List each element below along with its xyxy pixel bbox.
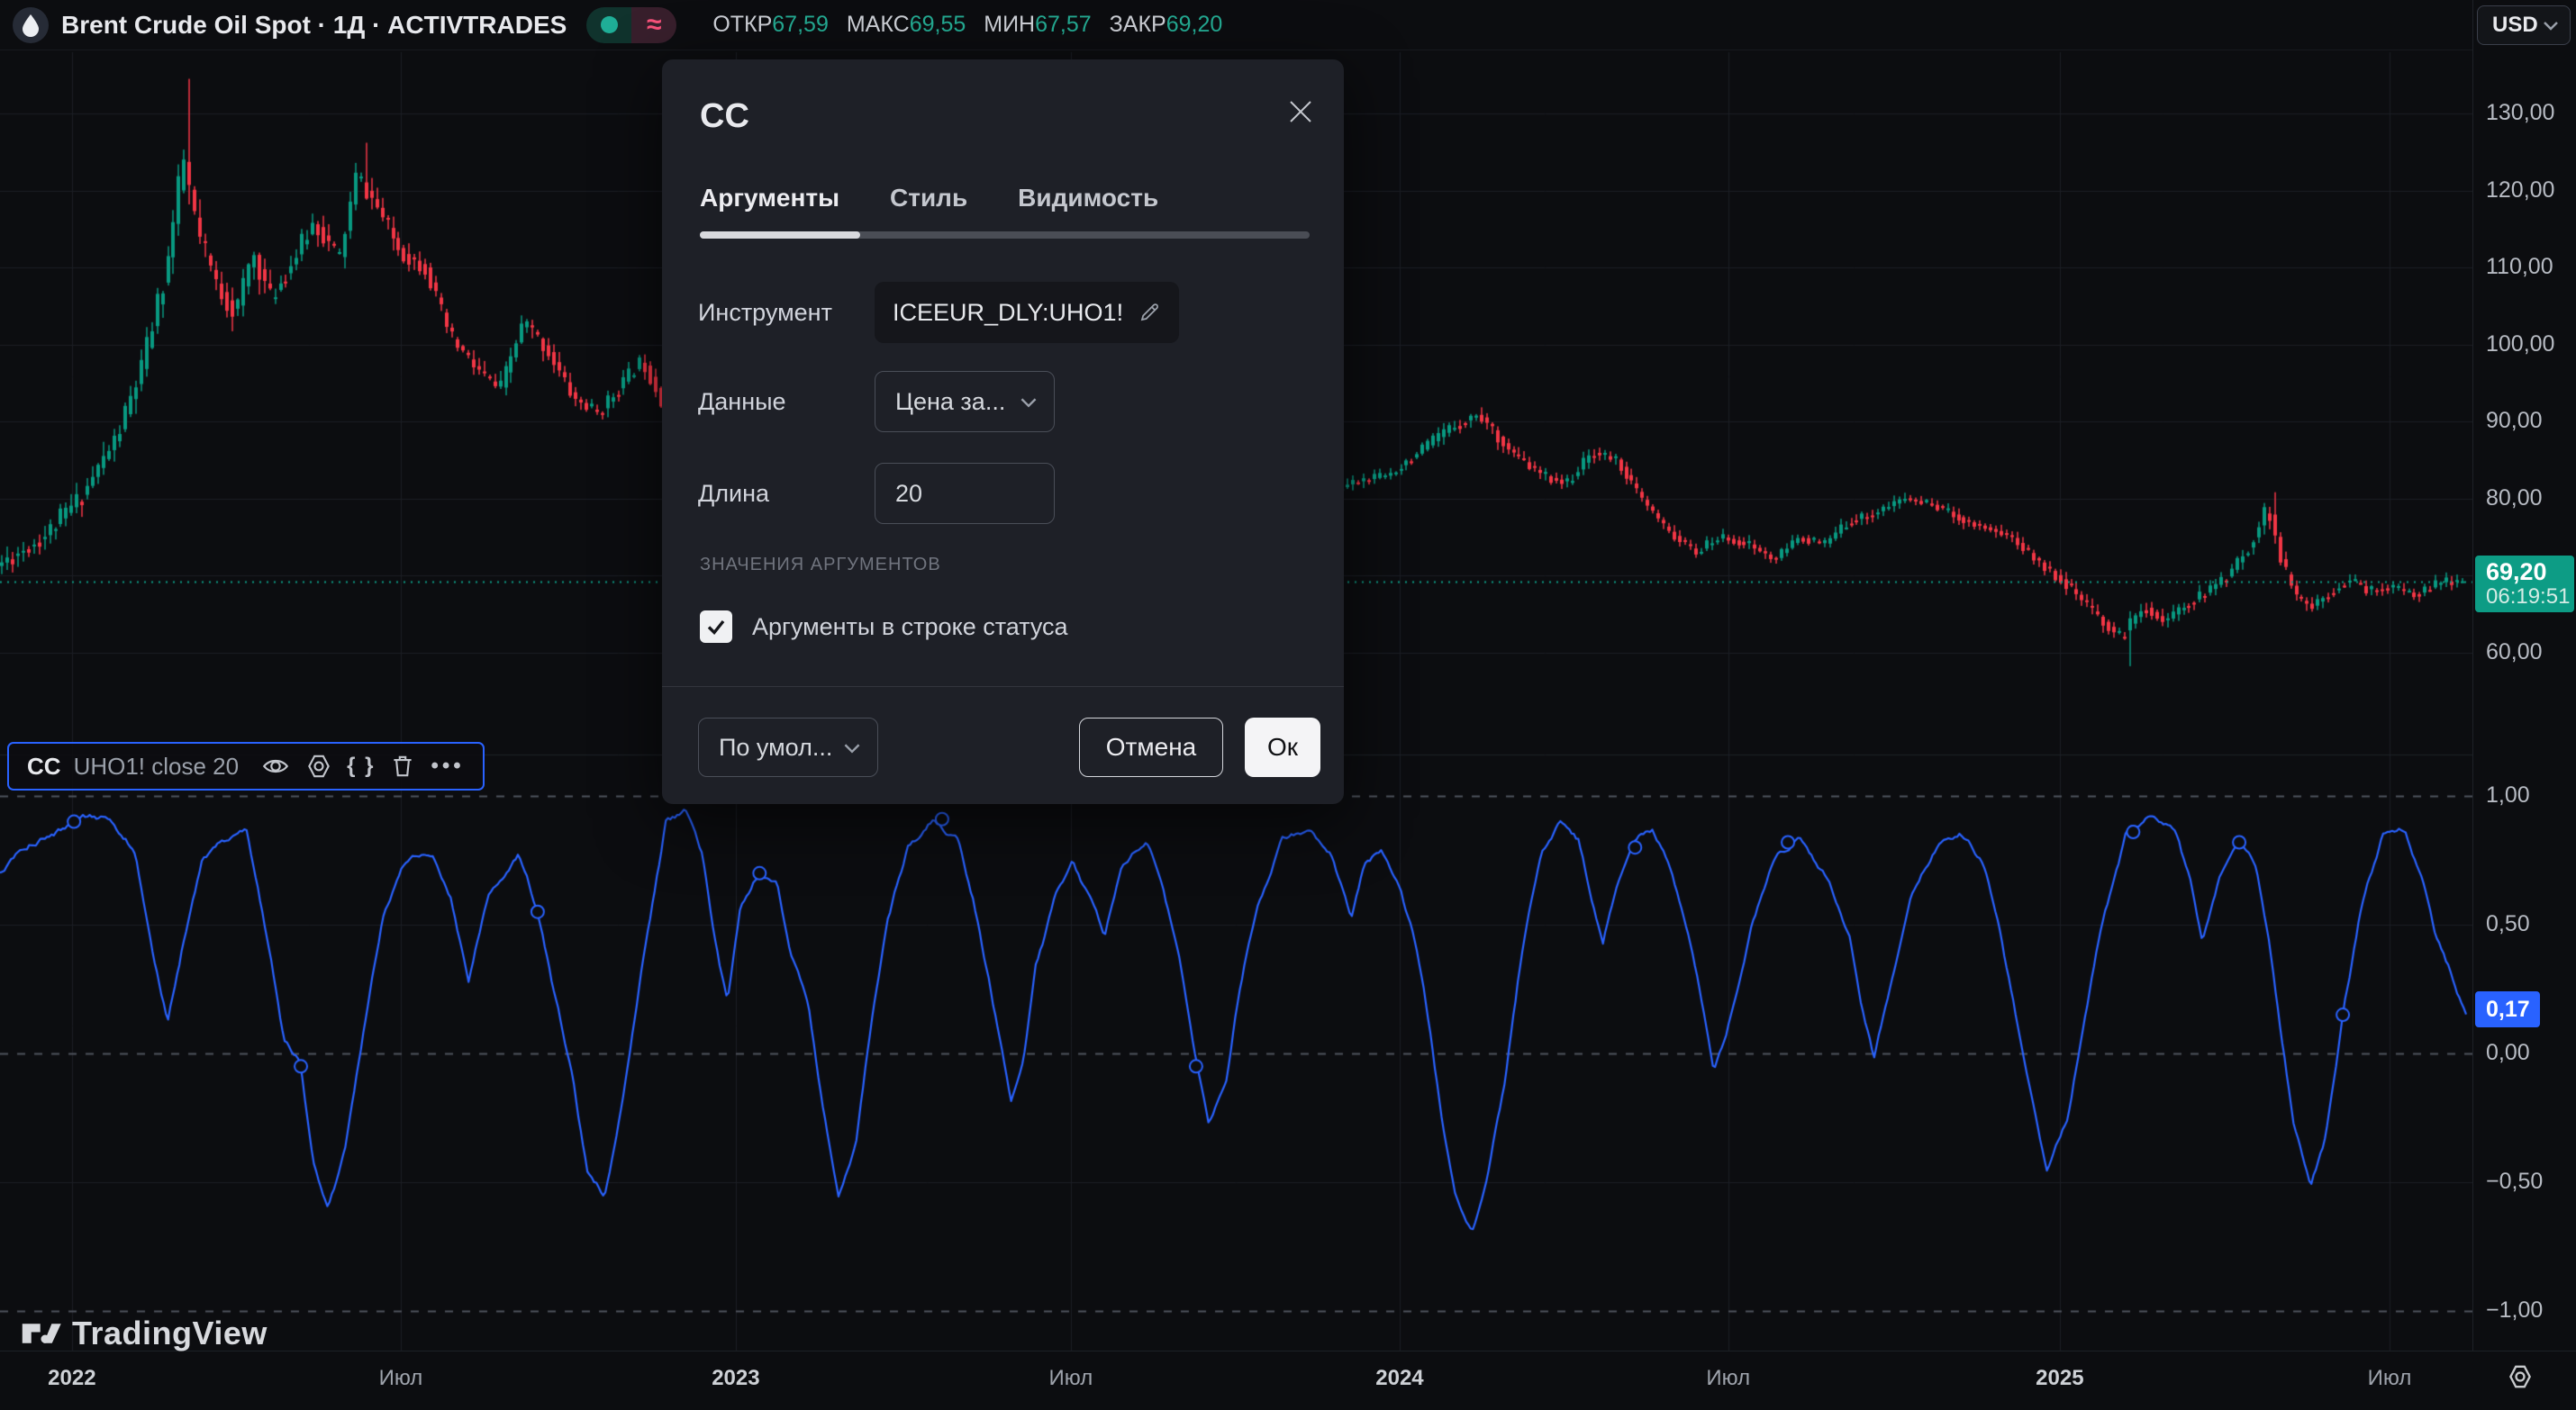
more-options-icon[interactable]: •••: [431, 754, 464, 779]
oil-droplet-icon: [21, 14, 41, 37]
currency-selector[interactable]: USD: [2477, 5, 2571, 45]
data-source-value: Цена за...: [895, 388, 1005, 416]
indicator-tick: −0,50: [2486, 1169, 2543, 1195]
delete-icon[interactable]: [387, 751, 418, 782]
price-tick: 80,00: [2486, 485, 2543, 511]
data-source-row: Данные Цена за...: [698, 371, 1308, 432]
checkbox-label: Аргументы в строке статуса: [752, 613, 1068, 641]
price-tick: 90,00: [2486, 408, 2543, 434]
close-icon[interactable]: [1281, 92, 1320, 131]
symbol-title[interactable]: Brent Crude Oil Spot · 1Д · ACTIVTRADES: [61, 11, 567, 40]
ohlc-item: МИН67,57: [984, 12, 1091, 38]
defaults-value: По умол...: [719, 734, 832, 762]
tradingview-mark-icon: [22, 1317, 63, 1350]
symbol-logo: [13, 7, 49, 43]
time-tick-2025: 2025: [2036, 1366, 2083, 1391]
ohlc-values: ОТКР67,59 МАКС69,55 МИН67,57 ЗАКР69,20: [712, 12, 1222, 38]
indicator-last-value: 0,17: [2486, 997, 2530, 1023]
tradingview-logo-text: TradingView: [72, 1315, 268, 1352]
instrument-row: Инструмент ICEEUR_DLY:UHO1!: [698, 282, 1308, 343]
price-axis[interactable]: 69,20 06:19:51 0,17 130,00 120,00 110,00 10…: [2472, 0, 2576, 1351]
time-tick-Июл: Июл: [1706, 1366, 1750, 1391]
edit-pencil-icon[interactable]: [1138, 301, 1161, 324]
ohlc-item: ОТКР67,59: [712, 12, 829, 38]
length-input[interactable]: [875, 463, 1055, 524]
length-label: Длина: [698, 480, 875, 508]
eye-icon[interactable]: [260, 751, 291, 782]
indicator-params: UHO1! close 20: [74, 753, 240, 781]
dialog-tabs: Аргументы Стиль Видимость: [700, 184, 1158, 212]
last-price-value: 69,20: [2486, 559, 2574, 585]
price-tick: 110,00: [2486, 254, 2553, 280]
indicator-name[interactable]: CC: [27, 753, 61, 781]
dialog-footer: По умол... Отмена Ок: [698, 718, 1320, 777]
time-axis[interactable]: 2022 Июл 2023 Июл 2024 Июл 2025 Июл: [0, 1351, 2576, 1410]
chevron-down-icon: [843, 742, 861, 754]
price-tick: 60,00: [2486, 639, 2543, 665]
tradingview-logo[interactable]: TradingView: [22, 1315, 268, 1352]
indicator-tick: 0,50: [2486, 911, 2530, 937]
time-tick-2024: 2024: [1375, 1366, 1423, 1391]
indicator-tick: −1,00: [2486, 1297, 2543, 1324]
defaults-dropdown[interactable]: По умол...: [698, 718, 878, 777]
indicator-tick: 0,00: [2486, 1040, 2530, 1066]
indicator-legend[interactable]: CC UHO1! close 20 { } •••: [7, 742, 485, 791]
last-price-badge: 69,20 06:19:51: [2475, 556, 2574, 612]
bar-countdown: 06:19:51: [2486, 585, 2574, 609]
price-tick: 130,00: [2486, 100, 2554, 126]
time-tick-2022: 2022: [48, 1366, 95, 1391]
indicator-settings-dialog: CC Аргументы Стиль Видимость Инструмент IC…: [662, 59, 1344, 804]
length-row: Длина: [698, 463, 1308, 524]
time-tick-Июл: Июл: [2368, 1366, 2412, 1391]
price-tick: 120,00: [2486, 177, 2554, 203]
time-tick-2023: 2023: [712, 1366, 759, 1391]
time-tick-Июл: Июл: [379, 1366, 423, 1391]
settings-icon[interactable]: [304, 751, 334, 782]
tab-аргументы[interactable]: Аргументы: [700, 184, 839, 212]
chart-topbar: Brent Crude Oil Spot · 1Д · ACTIVTRADES …: [0, 0, 2472, 50]
market-open-dot-icon: [601, 16, 618, 33]
indicator-value-badge: 0,17: [2475, 991, 2540, 1027]
source-code-icon[interactable]: { }: [347, 754, 375, 779]
dialog-divider: [662, 686, 1344, 687]
instrument-value: ICEEUR_DLY:UHO1!: [893, 299, 1123, 327]
market-open-indicator[interactable]: [586, 7, 631, 43]
price-tick: 100,00: [2486, 331, 2554, 357]
argument-values-section-label: ЗНАЧЕНИЯ АРГУМЕНТОВ: [700, 555, 941, 575]
instrument-select-button[interactable]: ICEEUR_DLY:UHO1!: [875, 282, 1179, 343]
chevron-down-icon: [1020, 396, 1038, 408]
args-in-status-line-checkbox[interactable]: Аргументы в строке статуса: [700, 610, 1068, 643]
ok-button[interactable]: Ок: [1245, 718, 1320, 777]
indicator-tick: 1,00: [2486, 782, 2530, 809]
checkbox-checked-icon[interactable]: [700, 610, 732, 643]
time-tick-Июл: Июл: [1048, 1366, 1093, 1391]
delayed-data-icon: ≈: [647, 10, 661, 41]
tab-видимость[interactable]: Видимость: [1018, 184, 1158, 212]
chevron-down-icon: [2543, 20, 2559, 31]
data-source-label: Данные: [698, 388, 875, 416]
ohlc-item: МАКС69,55: [847, 12, 966, 38]
delayed-data-indicator[interactable]: ≈: [631, 7, 676, 43]
instrument-label: Инструмент: [698, 299, 875, 327]
tradingview-app: { "header": { "symbol_title": "Brent Cru…: [0, 0, 2576, 1410]
dialog-title: CC: [700, 97, 749, 136]
ohlc-item: ЗАКР69,20: [1110, 12, 1223, 38]
currency-label: USD: [2492, 13, 2538, 38]
data-source-dropdown[interactable]: Цена за...: [875, 371, 1055, 432]
time-axis-settings-icon[interactable]: [2506, 1362, 2535, 1396]
market-status-toggle[interactable]: ≈: [586, 7, 676, 43]
tab-underline-track: [700, 231, 1310, 239]
cancel-button[interactable]: Отмена: [1079, 718, 1223, 777]
tab-underline-active: [700, 231, 860, 239]
tab-стиль[interactable]: Стиль: [890, 184, 967, 212]
